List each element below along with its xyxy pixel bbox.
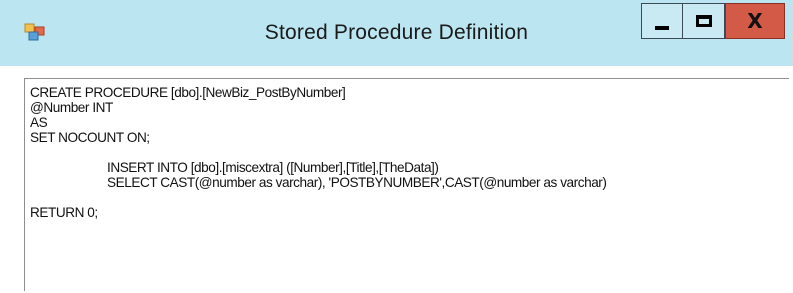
sql-definition-textbox[interactable]: CREATE PROCEDURE [dbo].[NewBiz_PostByNum… [24,78,789,291]
close-button[interactable]: X [725,3,785,39]
minimize-icon [655,26,669,30]
title-bar[interactable]: Stored Procedure Definition X [0,0,793,66]
maximize-button[interactable] [683,3,725,39]
code-line: CREATE PROCEDURE [dbo].[NewBiz_PostByNum… [30,85,346,100]
code-line: SELECT CAST(@number as varchar), 'POSTBY… [107,175,607,190]
code-line: @Number INT [30,100,113,115]
code-line: INSERT INTO [dbo].[miscextra] ([Number],… [107,160,439,175]
code-line: RETURN 0; [30,205,98,220]
stored-procedure-window: Stored Procedure Definition X CREATE PRO… [0,0,793,293]
close-icon: X [747,9,763,33]
code-line: SET NOCOUNT ON; [30,130,150,145]
code-line: AS [30,115,48,130]
minimize-button[interactable] [641,3,683,39]
client-area: CREATE PROCEDURE [dbo].[NewBiz_PostByNum… [0,66,793,293]
maximize-icon [695,15,712,27]
